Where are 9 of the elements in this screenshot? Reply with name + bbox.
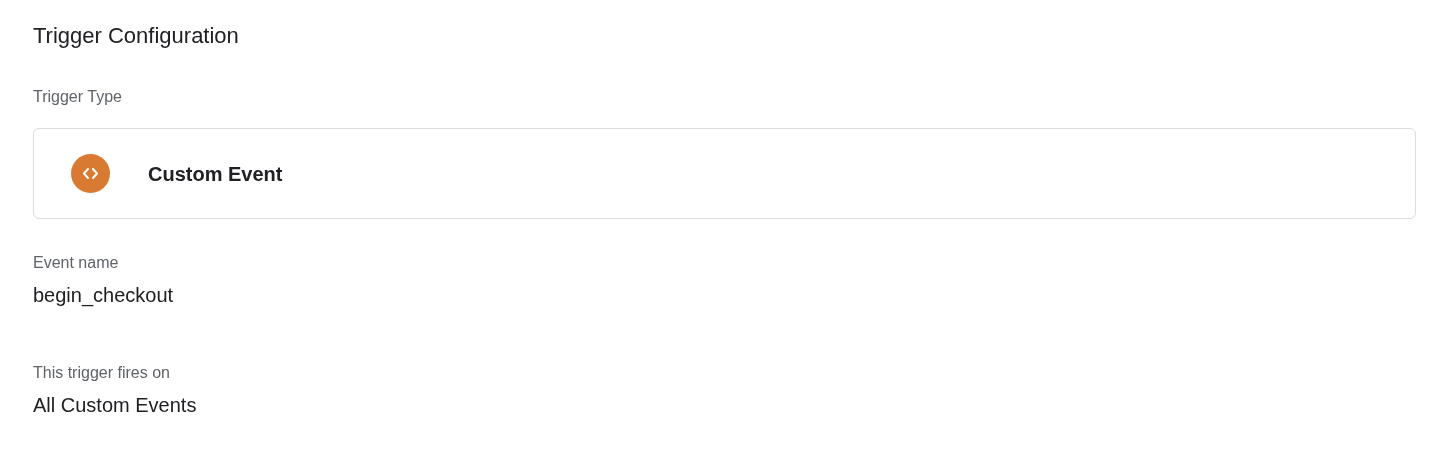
field-label: Event name bbox=[33, 253, 120, 273]
field-label: Trigger Type bbox=[33, 87, 123, 107]
section-title: Trigger Configuration bbox=[33, 22, 240, 50]
field-value: begin_checkout bbox=[33, 283, 175, 307]
trigger-type-name: Custom Event bbox=[148, 161, 283, 186]
field-label: This trigger fires on bbox=[33, 363, 171, 383]
trigger-type-card[interactable]: Custom Event bbox=[33, 128, 1416, 219]
code-brackets-icon bbox=[71, 154, 110, 193]
field-value: All Custom Events bbox=[33, 393, 198, 417]
